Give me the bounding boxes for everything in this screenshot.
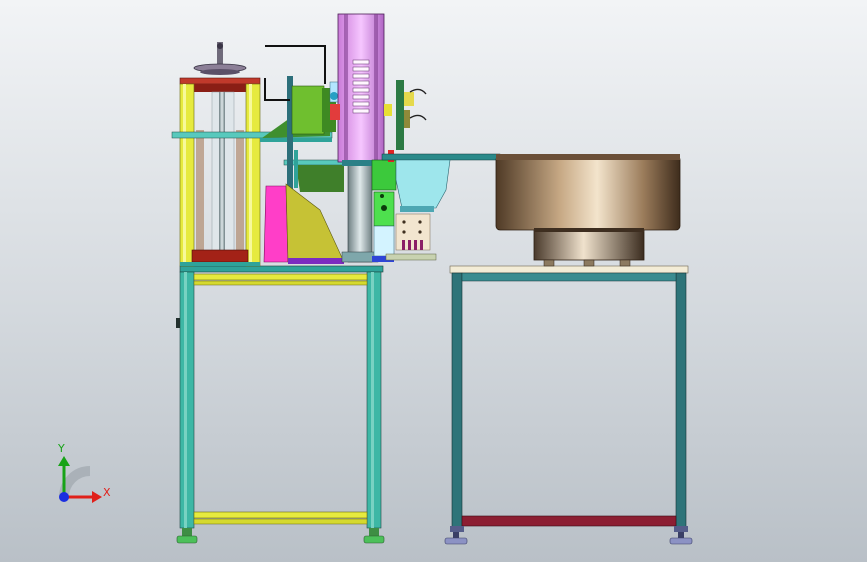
coordinate-triad	[58, 456, 102, 503]
cad-viewport[interactable]: X Y	[0, 0, 867, 562]
x-axis-label: X	[103, 486, 111, 499]
y-axis-label: Y	[58, 442, 65, 455]
feeder-table	[444, 265, 693, 545]
feed-track	[381, 153, 501, 261]
handwheel	[193, 42, 247, 75]
left-frame-lower	[176, 265, 384, 529]
vibratory-bowl	[495, 154, 681, 267]
press-frame-upper	[179, 77, 261, 267]
left-leveling-feet	[176, 528, 385, 544]
machine-assembly-drawing	[58, 13, 693, 545]
